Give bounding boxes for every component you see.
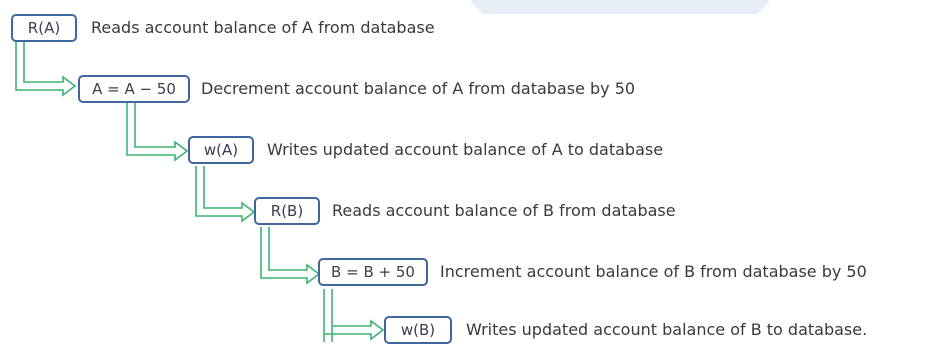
step-2-op-box: A = A − 50 <box>78 75 190 103</box>
step-1-description: Reads account balance of A from database <box>91 18 435 37</box>
step-5-op-box: B = B + 50 <box>318 258 428 286</box>
step-4-op-box: R(B) <box>254 197 320 225</box>
step-6-op-box: w(B) <box>384 316 452 344</box>
connector-arrow-2 <box>126 103 189 162</box>
transaction-diagram: { "steps": [ {"op": "R(A)", "desc": "Rea… <box>0 0 945 344</box>
step-4-description: Reads account balance of B from database <box>332 201 676 220</box>
step-3-op-box: w(A) <box>188 136 254 164</box>
step-2-description: Decrement account balance of A from data… <box>201 79 636 98</box>
header-strip-decoration <box>470 0 770 14</box>
connector-arrow-1 <box>15 41 77 97</box>
step-3-description: Writes updated account balance of A to d… <box>267 140 664 159</box>
step-5-description: Increment account balance of B from data… <box>440 262 867 281</box>
connector-arrow-7 <box>324 319 385 341</box>
step-6-description: Writes updated account balance of B to d… <box>466 320 868 339</box>
step-connectors <box>15 41 385 342</box>
connector-arrow-4 <box>260 227 321 285</box>
connector-arrow-3 <box>195 166 256 223</box>
step-1-op-box: R(A) <box>11 14 77 42</box>
